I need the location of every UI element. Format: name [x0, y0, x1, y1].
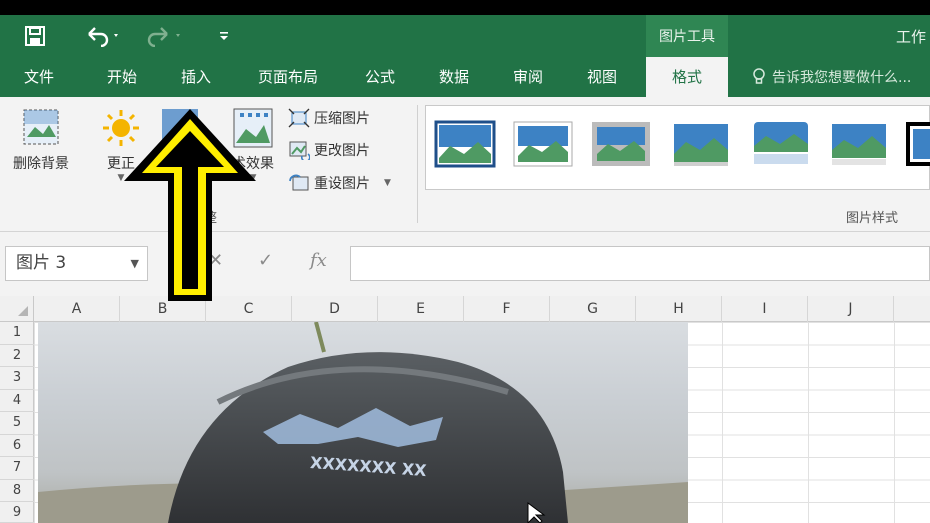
picture-styles-group-label: 图片样式	[846, 211, 899, 226]
tab-format[interactable]: 格式	[646, 57, 728, 97]
customize-qat-icon[interactable]	[214, 23, 234, 49]
compress-pictures-label: 压缩图片	[314, 111, 370, 127]
column-header[interactable]: G	[550, 296, 636, 322]
ribbon-tab-row: 文件 开始 插入 页面布局 公式 数据 审阅 视图 格式 告诉我您想要做什么..…	[0, 57, 930, 97]
change-picture-icon	[289, 141, 310, 160]
column-header[interactable]: F	[464, 296, 550, 322]
tab-page-layout[interactable]: 页面布局	[246, 57, 330, 97]
row-header[interactable]: 1	[0, 322, 34, 345]
tell-me-box[interactable]: 告诉我您想要做什么...	[752, 67, 911, 87]
reset-picture-label: 重设图片	[314, 176, 370, 192]
redo-icon[interactable]	[144, 23, 184, 49]
tab-insert[interactable]: 插入	[166, 57, 226, 97]
picture-style-4[interactable]	[670, 120, 732, 168]
row-header[interactable]: 3	[0, 367, 34, 390]
tell-me-text: 告诉我您想要做什么...	[772, 70, 912, 86]
reset-picture-icon	[289, 174, 309, 191]
group-divider	[417, 105, 418, 223]
change-picture-button[interactable]: 更改图片	[288, 138, 370, 162]
picture-style-1[interactable]	[434, 120, 496, 168]
enter-icon[interactable]: ✓	[258, 250, 273, 271]
column-header[interactable]: I	[722, 296, 808, 322]
column-header[interactable]: D	[292, 296, 378, 322]
column-header[interactable]: J	[808, 296, 894, 322]
select-all-corner[interactable]	[0, 296, 34, 322]
row-header[interactable]: 2	[0, 345, 34, 367]
letterbox-top	[0, 0, 930, 15]
row-header[interactable]: 5	[0, 412, 34, 435]
inserted-picture-cap[interactable]: XXXXXXX XX	[38, 322, 688, 523]
cap-photo: XXXXXXX XX	[38, 322, 688, 523]
remove-background-button[interactable]: 删除背景	[4, 107, 78, 173]
reset-picture-button[interactable]: 重设图片 ▼	[288, 171, 391, 195]
chevron-down-icon[interactable]: ▼	[384, 178, 391, 188]
row-header[interactable]: 9	[0, 502, 34, 523]
tab-data[interactable]: 数据	[424, 57, 484, 97]
row-header[interactable]: 8	[0, 480, 34, 502]
picture-styles-gallery	[425, 105, 930, 190]
picture-style-7[interactable]	[904, 120, 930, 168]
save-icon[interactable]	[22, 23, 48, 49]
annotation-arrow-icon	[124, 109, 256, 301]
row-header-column: 1 2 3 4 5 6 7 8 9	[0, 322, 34, 523]
picture-style-2[interactable]	[512, 120, 574, 168]
lightbulb-icon	[753, 68, 765, 84]
row-header[interactable]: 7	[0, 457, 34, 480]
compress-icon	[288, 108, 310, 128]
tab-file[interactable]: 文件	[8, 57, 70, 97]
column-header[interactable]: E	[378, 296, 464, 322]
row-header[interactable]: 6	[0, 435, 34, 457]
tab-home[interactable]: 开始	[92, 57, 152, 97]
excel-window: 图片工具 工作 文件 开始 插入 页面布局 公式 数据 审阅 视图 格式 告诉我…	[0, 0, 930, 523]
picture-tools-context-title: 图片工具	[646, 15, 728, 57]
picture-style-3[interactable]	[590, 120, 652, 168]
remove-background-label: 删除背景	[13, 156, 69, 172]
column-header[interactable]: A	[34, 296, 120, 322]
tab-view[interactable]: 视图	[572, 57, 632, 97]
tab-formulas[interactable]: 公式	[350, 57, 410, 97]
column-header[interactable]: H	[636, 296, 722, 322]
picture-style-6[interactable]	[828, 120, 890, 168]
remove-background-icon	[23, 109, 59, 145]
tab-review[interactable]: 审阅	[498, 57, 558, 97]
title-bar: 图片工具 工作	[0, 15, 930, 57]
row-header[interactable]: 4	[0, 390, 34, 412]
change-picture-label: 更改图片	[314, 143, 370, 159]
insert-function-button[interactable]: fx	[310, 250, 327, 271]
workbook-title: 工作	[896, 28, 927, 46]
formula-input[interactable]	[350, 246, 930, 281]
picture-style-5[interactable]	[750, 120, 812, 168]
undo-icon[interactable]	[82, 23, 122, 49]
name-box-value: 图片 3	[16, 253, 67, 273]
compress-pictures-button[interactable]: 压缩图片	[288, 106, 370, 130]
